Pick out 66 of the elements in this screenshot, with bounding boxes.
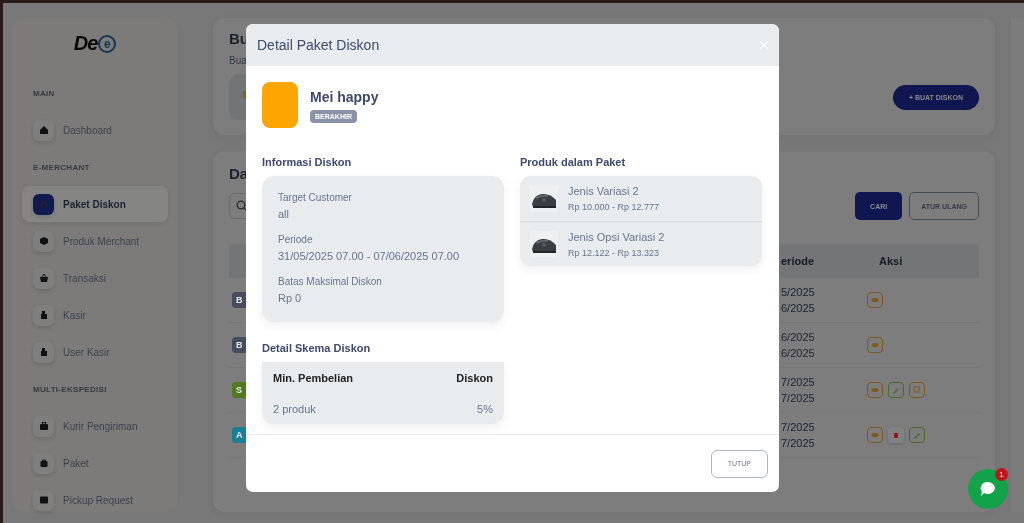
home-icon <box>38 125 49 135</box>
table-cell-text: 7/2025 7/2025 <box>781 375 816 406</box>
eye-icon <box>871 431 879 439</box>
edit-button[interactable] <box>909 427 925 443</box>
view-button[interactable] <box>867 337 883 353</box>
modal-title: Detail Paket Diskon <box>257 37 380 53</box>
section-title: E-MERCHANT <box>33 163 91 172</box>
cube-icon <box>38 236 49 246</box>
sidebar-item[interactable]: User Kasir <box>22 334 168 370</box>
view-button[interactable] <box>867 427 883 443</box>
basket-icon <box>38 273 49 283</box>
field-label: Batas Maksimal Diskon <box>278 276 383 287</box>
sidebar-item[interactable]: Produk Merchant <box>22 223 168 259</box>
sidebar-item[interactable]: Pickup Request <box>22 482 168 518</box>
table-cell-text: 7/2025 7/2025 <box>781 420 816 451</box>
bag-icon <box>38 458 49 468</box>
register-icon <box>38 310 49 320</box>
package-image <box>262 82 298 128</box>
section-heading: Informasi Diskon <box>262 156 353 168</box>
eye-icon <box>871 341 879 349</box>
register-icon <box>38 347 49 357</box>
eye-icon <box>871 386 879 394</box>
section-heading: Detail Skema Diskon <box>262 342 372 354</box>
table-cell: 5% <box>477 403 493 415</box>
briefcase-icon <box>38 421 49 431</box>
field-value: Rp 0 <box>278 292 303 304</box>
column-header: eriode <box>781 255 815 267</box>
headset-icon <box>38 199 49 209</box>
table-cell-text: 6/2025 6/2025 <box>781 330 816 361</box>
column-header: Diskon <box>456 372 493 384</box>
eye-icon <box>871 296 879 304</box>
delete-button[interactable] <box>888 427 904 443</box>
package-name: Mei happy <box>310 89 379 105</box>
sidebar-item[interactable]: Kurir Pengiriman <box>22 408 168 444</box>
product-price: Rp 10.000 - Rp 12.777 <box>568 202 660 212</box>
logo-text: De <box>73 32 98 55</box>
product-name: Jenis Opsi Variasi 2 <box>568 230 665 243</box>
view-button[interactable] <box>867 382 883 398</box>
copy-button[interactable] <box>909 382 925 398</box>
sidebar-item[interactable]: Paket Diskon <box>22 186 168 222</box>
trash-icon <box>892 431 900 439</box>
section-heading: Produk dalam Paket <box>520 156 627 168</box>
field-label: Periode <box>278 234 314 245</box>
sidebar-item[interactable]: Paket <box>22 445 168 481</box>
view-button[interactable] <box>867 292 883 308</box>
sidebar-item[interactable]: Transaksi <box>22 260 168 296</box>
card-subtitle: Bua <box>229 55 248 66</box>
table-cell: 2 produk <box>273 403 316 415</box>
field-label: Target Customer <box>278 192 353 203</box>
chat-icon <box>978 479 998 499</box>
section-title: MULTI-EKSPEDISI <box>33 385 108 394</box>
logo-mark: e <box>98 34 117 53</box>
section-title: MAIN <box>33 89 56 98</box>
edit-button[interactable] <box>888 382 904 398</box>
pencil-icon <box>892 386 900 394</box>
sidebar-item[interactable]: Dashboard <box>22 112 168 148</box>
column-header: Min. Pembelian <box>273 372 354 384</box>
sidebar-item[interactable]: Kasir <box>22 297 168 333</box>
copy-icon <box>913 386 921 394</box>
field-value: all <box>278 208 290 220</box>
table-cell-text: 5/2025 6/2025 <box>781 285 816 316</box>
pencil-icon <box>913 431 921 439</box>
column-header: Aksi <box>878 255 904 267</box>
product-name: Jenis Variasi 2 <box>568 185 640 197</box>
field-value: 31/05/2025 07.00 - 07/06/2025 07.00 <box>278 250 461 262</box>
product-price: Rp 12.122 - Rp 13.323 <box>568 247 661 258</box>
